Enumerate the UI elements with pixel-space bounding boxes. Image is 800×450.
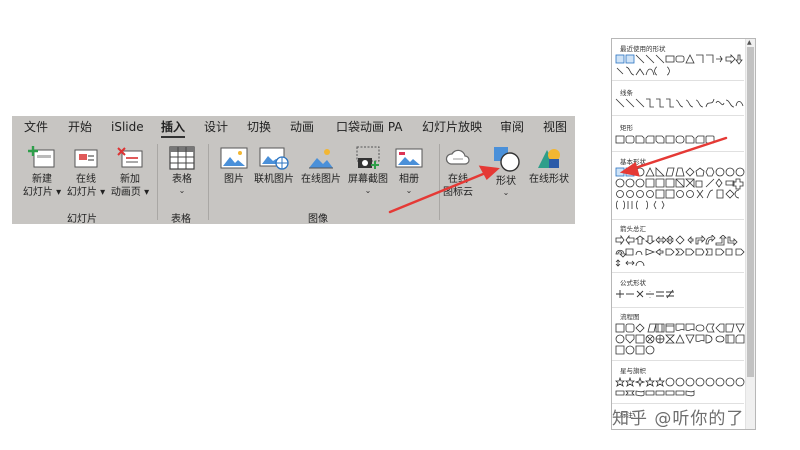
- arrow-head-icon: [478, 165, 500, 180]
- red-arrow-to-basic-shapes-icon: [630, 136, 728, 171]
- annotation-arrows: [388, 136, 728, 214]
- red-arrow-to-shapes-icon: [388, 170, 490, 214]
- arrow-head-icon: [619, 161, 640, 177]
- zhihu-watermark: 知乎 @听你的了: [612, 409, 745, 429]
